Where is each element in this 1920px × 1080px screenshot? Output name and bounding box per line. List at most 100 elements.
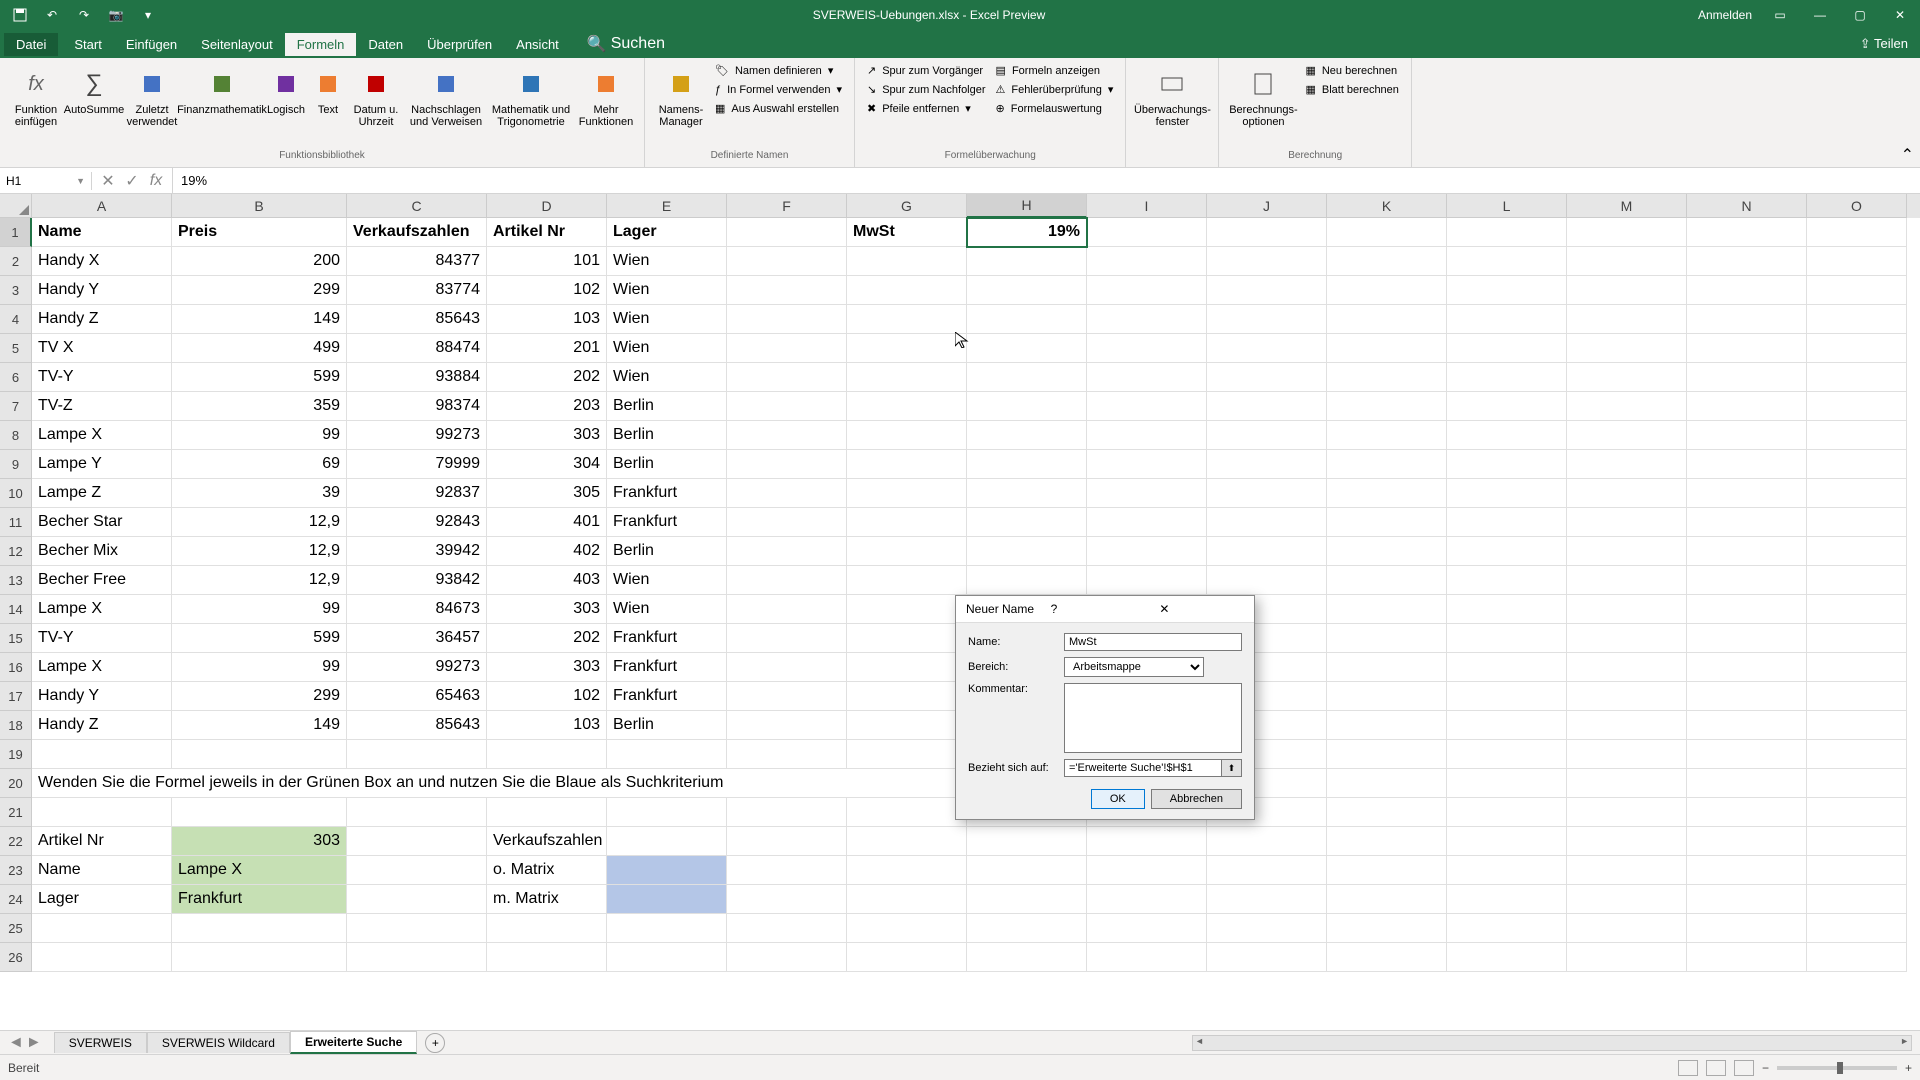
col-header-F[interactable]: F [727, 194, 847, 218]
cell[interactable]: Berlin [607, 421, 727, 450]
cell[interactable] [1447, 914, 1567, 943]
cell[interactable] [1087, 276, 1207, 305]
cell[interactable]: 69 [172, 450, 347, 479]
cell[interactable] [1327, 218, 1447, 247]
cell[interactable]: 39942 [347, 537, 487, 566]
zoom-in-icon[interactable]: + [1905, 1061, 1912, 1075]
cell[interactable] [967, 566, 1087, 595]
formula-input[interactable]: 19% [173, 171, 1920, 190]
cell[interactable]: Handy Y [32, 682, 172, 711]
cell[interactable] [847, 798, 967, 827]
cell[interactable] [1087, 508, 1207, 537]
cell[interactable]: 99273 [347, 653, 487, 682]
cell[interactable] [1327, 392, 1447, 421]
cell[interactable] [607, 885, 727, 914]
more-functions-button[interactable]: Mehr Funktionen [576, 62, 636, 130]
row-header-16[interactable]: 16 [0, 653, 32, 682]
cell[interactable]: 101 [487, 247, 607, 276]
zoom-slider[interactable] [1777, 1066, 1897, 1070]
cell[interactable] [847, 479, 967, 508]
col-header-E[interactable]: E [607, 194, 727, 218]
cell[interactable] [1087, 334, 1207, 363]
cell[interactable] [847, 363, 967, 392]
cell[interactable] [727, 508, 847, 537]
cell[interactable] [1807, 624, 1907, 653]
cell[interactable] [1807, 827, 1907, 856]
cell[interactable] [1687, 363, 1807, 392]
cell[interactable]: 103 [487, 305, 607, 334]
cell[interactable] [1687, 740, 1807, 769]
sheet-tab-erweiterte[interactable]: Erweiterte Suche [290, 1031, 417, 1054]
refers-input[interactable] [1064, 759, 1222, 777]
menu-file[interactable]: Datei [4, 33, 58, 56]
cell[interactable]: TV-Y [32, 363, 172, 392]
cell[interactable] [1447, 479, 1567, 508]
cell[interactable] [607, 827, 727, 856]
maximize-icon[interactable]: ▢ [1848, 3, 1872, 27]
cell[interactable]: 99 [172, 421, 347, 450]
cell[interactable] [1567, 856, 1687, 885]
cell[interactable]: Wien [607, 334, 727, 363]
define-name-button[interactable]: 🏷Namen definieren ▾ [711, 62, 846, 79]
cell[interactable] [1687, 508, 1807, 537]
cell[interactable]: 12,9 [172, 537, 347, 566]
cell[interactable]: 102 [487, 276, 607, 305]
cell[interactable]: Preis [172, 218, 347, 247]
cell[interactable] [1687, 769, 1807, 798]
row-header-21[interactable]: 21 [0, 798, 32, 827]
cell[interactable] [727, 305, 847, 334]
cell[interactable] [1327, 856, 1447, 885]
calc-options-button[interactable]: Berechnungs-optionen [1227, 62, 1299, 130]
cell[interactable] [1807, 914, 1907, 943]
row-header-14[interactable]: 14 [0, 595, 32, 624]
cell[interactable]: 102 [487, 682, 607, 711]
cell[interactable]: Lampe Z [32, 479, 172, 508]
cell[interactable] [1087, 421, 1207, 450]
cell[interactable]: Handy X [32, 247, 172, 276]
cell[interactable]: Becher Mix [32, 537, 172, 566]
cell[interactable] [607, 856, 727, 885]
horizontal-scrollbar[interactable] [1192, 1035, 1912, 1051]
col-header-B[interactable]: B [172, 194, 347, 218]
cell[interactable] [1567, 624, 1687, 653]
view-normal-icon[interactable] [1678, 1060, 1698, 1076]
cell[interactable] [1807, 653, 1907, 682]
cell[interactable] [1447, 798, 1567, 827]
cell[interactable] [1327, 276, 1447, 305]
cell[interactable]: 201 [487, 334, 607, 363]
cell[interactable]: Wien [607, 305, 727, 334]
cell[interactable]: 92843 [347, 508, 487, 537]
redo-icon[interactable]: ↷ [72, 3, 96, 27]
cell[interactable] [727, 682, 847, 711]
comment-textarea[interactable] [1064, 683, 1242, 753]
cell[interactable] [727, 914, 847, 943]
cell[interactable]: 303 [172, 827, 347, 856]
menu-review[interactable]: Überprüfen [415, 33, 504, 56]
cell[interactable] [727, 392, 847, 421]
cell[interactable] [1327, 421, 1447, 450]
cell[interactable] [1447, 247, 1567, 276]
ok-button[interactable]: OK [1091, 789, 1145, 809]
cell[interactable] [727, 276, 847, 305]
sheet-nav-last-icon[interactable]: ► [26, 1034, 42, 1052]
cell[interactable] [1087, 305, 1207, 334]
cell[interactable] [1447, 508, 1567, 537]
cell[interactable]: Artikel Nr [487, 218, 607, 247]
cell[interactable] [1807, 305, 1907, 334]
cell[interactable] [1567, 798, 1687, 827]
cell[interactable]: o. Matrix [487, 856, 607, 885]
row-header-25[interactable]: 25 [0, 914, 32, 943]
cell[interactable] [1327, 566, 1447, 595]
cell[interactable] [1687, 595, 1807, 624]
cell[interactable] [847, 305, 967, 334]
cell[interactable] [1807, 247, 1907, 276]
cell[interactable] [347, 914, 487, 943]
sheet-tab-sverweis[interactable]: SVERWEIS [54, 1032, 147, 1053]
cell[interactable] [1567, 595, 1687, 624]
cell[interactable] [727, 247, 847, 276]
cell[interactable] [967, 479, 1087, 508]
cell[interactable] [727, 595, 847, 624]
use-in-formula-button[interactable]: ƒIn Formel verwenden ▾ [711, 81, 846, 98]
cell[interactable]: 200 [172, 247, 347, 276]
cell[interactable] [1327, 595, 1447, 624]
